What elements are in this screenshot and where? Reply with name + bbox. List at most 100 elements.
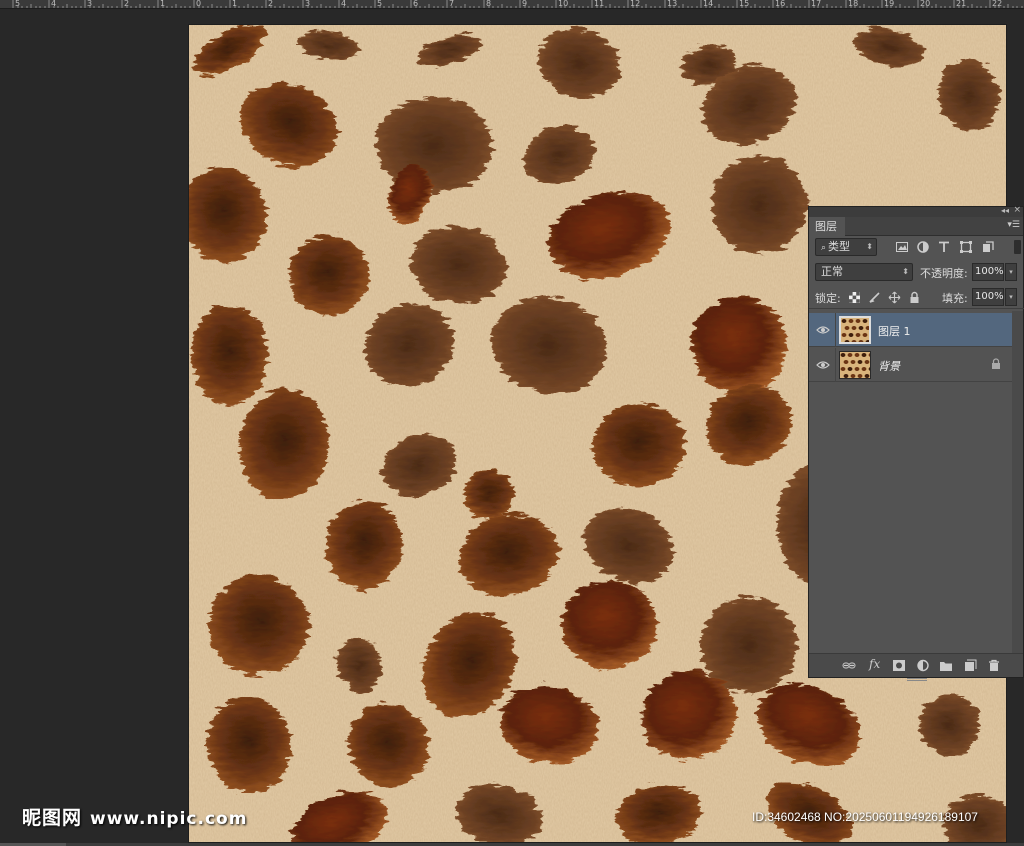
ruler-label: 1 — [232, 0, 238, 8]
thumbnail-spot — [854, 353, 860, 357]
panel-footer: fx — [809, 653, 1023, 681]
panel-tab-bar: 图层 ▾☰ — [809, 217, 1023, 236]
layer-name[interactable]: 背景 — [878, 358, 900, 374]
ruler-label: 13 — [667, 0, 678, 8]
ruler-label: 20 — [920, 0, 931, 8]
close-icon[interactable]: × — [1013, 205, 1021, 215]
watermark-logo: 昵图网 www.nipic.com — [22, 803, 247, 830]
layer-row-layer1[interactable]: 图层 1 — [809, 313, 1013, 347]
thumbnail-spot — [848, 333, 854, 337]
thumbnail-spot — [865, 326, 869, 330]
add-mask-icon[interactable] — [892, 659, 906, 672]
ruler-label: 4 — [341, 0, 347, 8]
blend-mode-select[interactable]: 正常 ⬍ — [815, 263, 913, 281]
smart-object-filter-icon[interactable] — [981, 240, 995, 254]
thumbnail-spot — [864, 360, 870, 364]
thumbnail-spot — [854, 367, 860, 371]
layer-thumbnail[interactable] — [839, 351, 871, 379]
thumbnail-spot — [840, 353, 846, 357]
thumbnail-spot — [850, 374, 856, 378]
thumbnail-spot — [848, 319, 854, 323]
fill-input[interactable]: 100% — [972, 288, 1004, 306]
layers-panel: ◂◂ × 图层 ▾☰ ⌕类型 ⬍ 正常 ⬍ 不透明度: 100% ▾ 锁定: — [808, 205, 1024, 681]
thumbnail-spot — [843, 360, 849, 364]
thumbnail-spot — [870, 333, 871, 337]
ruler-label: 22 — [992, 0, 1003, 8]
lock-row: 锁定: 填充: 100% ▾ — [809, 287, 1024, 309]
ruler-label: 15 — [739, 0, 750, 8]
ruler-label: 3 — [305, 0, 311, 8]
ruler-label: 19 — [884, 0, 895, 8]
opacity-input[interactable]: 100% — [972, 263, 1004, 281]
ruler-label: 14 — [703, 0, 714, 8]
ruler-label: 1 — [160, 0, 166, 8]
ruler-label: 4 — [51, 0, 57, 8]
layer-name[interactable]: 图层 1 — [878, 323, 911, 339]
opacity-dropdown-button[interactable]: ▾ — [1005, 263, 1017, 281]
blend-row: 正常 ⬍ 不透明度: 100% ▾ — [809, 262, 1024, 284]
ruler-label: 6 — [413, 0, 419, 8]
ruler-label: 11 — [594, 0, 605, 8]
ruler-label: 2 — [268, 0, 274, 8]
updown-caret-icon: ⬍ — [902, 267, 909, 276]
new-adjustment-layer-icon[interactable] — [916, 659, 930, 672]
ruler-label: 12 — [630, 0, 641, 8]
thumbnail-spot — [862, 319, 868, 323]
horizontal-ruler[interactable]: 5 4 3 2 1 0 1 2 3 4 5 6 7 8 9 10 11 12 13 14 15 16 17 18 19 20 21 2… — [0, 0, 1024, 9]
thumbnail-spot — [851, 340, 857, 342]
panel-resize-grip[interactable] — [907, 678, 927, 681]
lock-all-icon[interactable] — [908, 291, 921, 304]
thumbnail-spot — [841, 319, 847, 323]
thumbnail-spot — [864, 374, 870, 378]
ruler-label: 16 — [775, 0, 786, 8]
adjustment-filter-icon[interactable] — [916, 240, 930, 254]
lock-image-pixels-brush-icon[interactable] — [868, 291, 881, 304]
ruler-label: 7 — [449, 0, 455, 8]
layer-row-background[interactable]: 背景 — [809, 348, 1013, 382]
fill-dropdown-button[interactable]: ▾ — [1005, 288, 1017, 306]
thumbnail-spot — [855, 333, 861, 337]
link-layers-icon[interactable] — [842, 659, 856, 672]
thumbnail-spot — [861, 353, 867, 357]
ruler-label: 2 — [124, 0, 130, 8]
search-icon: ⌕ — [821, 243, 827, 253]
thumbnail-spot — [865, 340, 869, 342]
lock-position-move-icon[interactable] — [888, 291, 901, 304]
opacity-label: 不透明度: — [920, 267, 968, 280]
thumbnail-spot — [841, 333, 847, 337]
thumbnail-spot — [844, 340, 850, 342]
layer-lock-icon — [992, 358, 1000, 369]
ruler-label: 17 — [811, 0, 822, 8]
image-filter-icon[interactable] — [895, 240, 909, 254]
layer-thumbnail[interactable] — [839, 316, 871, 344]
shape-filter-icon[interactable] — [959, 240, 973, 254]
layers-scrollbar[interactable] — [1012, 311, 1023, 653]
collapse-icon[interactable]: ◂◂ — [1001, 206, 1009, 215]
updown-caret-icon: ⬍ — [866, 242, 873, 251]
new-layer-icon[interactable] — [963, 659, 977, 672]
eye-column-divider — [835, 313, 836, 347]
thumbnail-spot — [862, 333, 868, 337]
visibility-eye-icon[interactable] — [816, 324, 830, 336]
ruler-ticks — [12, 0, 1023, 8]
thumbnail-spot — [857, 374, 863, 378]
tab-layers[interactable]: 图层 — [809, 217, 845, 236]
visibility-eye-icon[interactable] — [816, 359, 830, 371]
type-filter-icon[interactable] — [937, 240, 951, 254]
panel-title-bar[interactable]: ◂◂ × — [809, 205, 1023, 217]
new-group-folder-icon[interactable] — [939, 659, 953, 672]
ruler-label: 5 — [15, 0, 21, 8]
thumbnail-spot — [858, 326, 864, 330]
thumbnail-spot — [870, 319, 871, 323]
thumbnail-spot — [844, 326, 850, 330]
delete-layer-trash-icon[interactable] — [987, 659, 1001, 672]
lock-label: 锁定: — [815, 292, 841, 305]
thumbnail-spot — [847, 353, 853, 357]
lock-transparent-pixels-icon[interactable] — [848, 291, 861, 304]
filter-toggle-switch[interactable] — [1014, 240, 1021, 254]
panel-menu-icon[interactable]: ▾☰ — [1007, 220, 1020, 230]
layer-style-fx-button[interactable]: fx — [869, 657, 880, 671]
eye-column-divider — [835, 348, 836, 382]
filter-kind-select[interactable]: ⌕ 类型 ⬍ — [815, 238, 877, 256]
watermark-id: ID:34602468 NO:20250601194926189107 — [752, 810, 978, 824]
